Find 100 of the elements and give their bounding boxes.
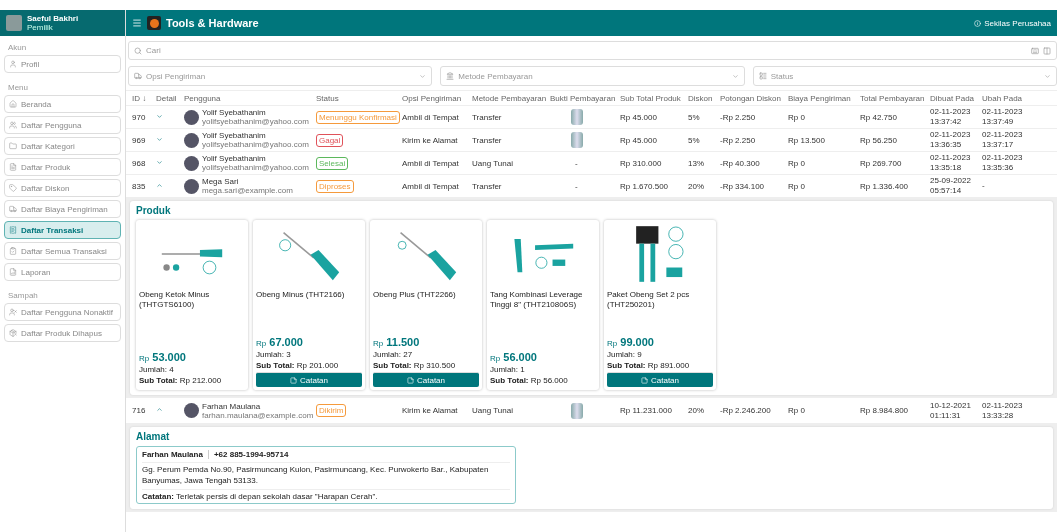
table-cell-text: 13:35:36	[982, 163, 1015, 173]
table-cell-text: Uang Tunai	[472, 406, 514, 415]
product-price: Rp 53.000	[139, 351, 187, 363]
table-cell-text: 05:57:14	[930, 186, 963, 196]
table-cell-text: Transfer	[472, 135, 503, 145]
subtotal-text: Sub Total: Rp 201.000	[256, 361, 340, 370]
keyboard-icon[interactable]	[1031, 46, 1039, 55]
column-header[interactable]: Pengguna	[184, 93, 316, 103]
sidebar-item[interactable]: Daftar Transaksi	[4, 221, 121, 239]
filter-dropdown[interactable]: Metode Pembayaran	[440, 66, 745, 86]
user-name: Yolif Syebathanim	[202, 108, 267, 117]
sidebar-item[interactable]: Laporan	[4, 263, 121, 281]
table-cell-text: 02-11-2023	[930, 153, 972, 163]
column-header[interactable]: Potongan Diskon	[720, 93, 788, 103]
column-header[interactable]: Biaya Pengiriman	[788, 93, 860, 103]
package-icon	[9, 329, 17, 337]
table-cell-text: 02-11-2023	[982, 130, 1024, 140]
column-header[interactable]: Bukti Pembayaran	[550, 93, 620, 103]
column-header[interactable]: Opsi Pengiriman	[402, 93, 472, 103]
column-header[interactable]: ID ↓	[132, 93, 156, 103]
screwdriver-set-drawing	[636, 226, 684, 282]
sidebar-item[interactable]: Daftar Pengguna	[4, 116, 121, 134]
receipt-photo-placeholder[interactable]	[571, 109, 583, 125]
search-field[interactable]: Cari	[128, 41, 1057, 60]
column-header[interactable]: Sub Total Produk	[620, 93, 688, 103]
screwdriver-drawing	[161, 249, 223, 275]
table-cell-text: -Rp 40.300	[720, 158, 761, 168]
table-cell-text: 13%	[688, 158, 705, 168]
sidebar-item[interactable]: Daftar Kategori	[4, 137, 121, 155]
column-header[interactable]: Ubah Pada	[982, 93, 1032, 103]
section-label: Sampah	[7, 290, 39, 302]
bank-icon	[446, 72, 455, 80]
column-header[interactable]: Total Pembayaran	[860, 93, 930, 103]
table-cell-text: Rp 11.231.000	[620, 406, 673, 415]
table-cell-text: Ambil di Tempat	[402, 181, 460, 191]
table-cell-text: 970	[132, 112, 147, 122]
note-button[interactable]: Catatan	[256, 372, 362, 387]
sidebar-item[interactable]: Profil	[4, 55, 121, 73]
user-email: yolifsyebathanim@yahoo.com	[202, 117, 309, 126]
table-cell-text: 02-11-2023	[930, 107, 972, 117]
note-button[interactable]: Catatan	[607, 372, 713, 387]
table-cell-text: Transfer	[472, 112, 503, 122]
table-cell-text: 02-11-2023	[982, 107, 1024, 117]
note-icon	[407, 376, 414, 384]
table-cell-text: Uang Tunai	[472, 158, 514, 168]
column-header[interactable]: Dibuat Pada	[930, 93, 982, 103]
filter-dropdown[interactable]: Opsi Pengiriman	[128, 66, 433, 86]
users-icon	[9, 121, 17, 129]
screwdriver-drawing	[397, 231, 457, 281]
column-header[interactable]: Status	[316, 93, 402, 103]
filter-dropdown[interactable]: Status	[752, 66, 1057, 86]
sidebar-item[interactable]: Daftar Produk	[4, 158, 121, 176]
expand-icon[interactable]	[156, 158, 163, 166]
table-cell-text: Rp 1.336.400	[860, 181, 910, 191]
collapse-icon[interactable]	[156, 406, 163, 413]
receipt-photo-placeholder[interactable]	[571, 402, 583, 419]
search-icon	[134, 46, 142, 55]
expand-icon[interactable]	[156, 135, 163, 143]
table-cell-text: Rp 45.000	[620, 112, 658, 122]
user-icon	[9, 308, 17, 316]
document-icon	[9, 163, 17, 171]
quantity-text: Jumlah: 3	[256, 350, 292, 359]
columns-icon[interactable]	[1043, 46, 1051, 55]
menu-icon[interactable]	[132, 18, 142, 28]
table-cell-text: 835	[132, 181, 147, 191]
note-button[interactable]: Catatan	[373, 372, 479, 387]
table-cell-text: 969	[132, 135, 147, 145]
product-name: Paket Obeng Set 2 pcs (THT250201)	[607, 290, 691, 311]
home-icon	[9, 100, 17, 108]
sidebar-item[interactable]: Daftar Produk Dihapus	[4, 324, 121, 342]
collapse-icon[interactable]	[156, 181, 163, 189]
table-cell-text: Rp 269.700	[860, 158, 903, 168]
expand-icon[interactable]	[156, 112, 163, 120]
sidebar-item[interactable]: Beranda	[4, 95, 121, 113]
sidebar-item[interactable]: Daftar Biaya Pengiriman	[4, 200, 121, 218]
sidebar-item[interactable]: Daftar Semua Transaksi	[4, 242, 121, 260]
table-cell: -	[575, 181, 578, 191]
table-cell-text: 13:35:18	[930, 163, 963, 173]
column-header[interactable]: Metode Pembayaran	[472, 93, 550, 103]
table-cell-text: 02-11-2023	[982, 153, 1024, 163]
sidebar-item[interactable]: Daftar Pengguna Nonaktif	[4, 303, 121, 321]
user-email: farhan.maulana@example.com	[202, 410, 314, 420]
receipt-photo-placeholder[interactable]	[571, 132, 583, 148]
column-header[interactable]: Detail	[156, 93, 184, 103]
receipt-icon	[9, 226, 17, 234]
table-cell-text: 02-11-2023	[982, 400, 1024, 411]
table-cell-text: Rp 42.750	[860, 112, 898, 122]
avatar-placeholder	[6, 15, 22, 31]
table-cell-text: Rp 56.250	[860, 135, 898, 145]
column-header[interactable]: Diskon	[688, 93, 720, 103]
note-text: Catatan: Terletak persis di depan sekolah dasar "Harapan Cerah".	[142, 490, 379, 502]
company-link[interactable]: Sekilas Perusahaa	[974, 18, 1051, 28]
subtotal-text: Sub Total: Rp 310.500	[373, 361, 457, 370]
avatar-placeholder	[184, 132, 199, 148]
note-icon	[641, 376, 648, 384]
table-cell-text: -Rp 2.250	[720, 135, 757, 145]
report-icon	[9, 268, 17, 276]
sidebar-item[interactable]: Daftar Diskon	[4, 179, 121, 197]
user-email: mega.sari@example.com	[202, 186, 293, 195]
table-cell-text: 20%	[688, 406, 705, 415]
